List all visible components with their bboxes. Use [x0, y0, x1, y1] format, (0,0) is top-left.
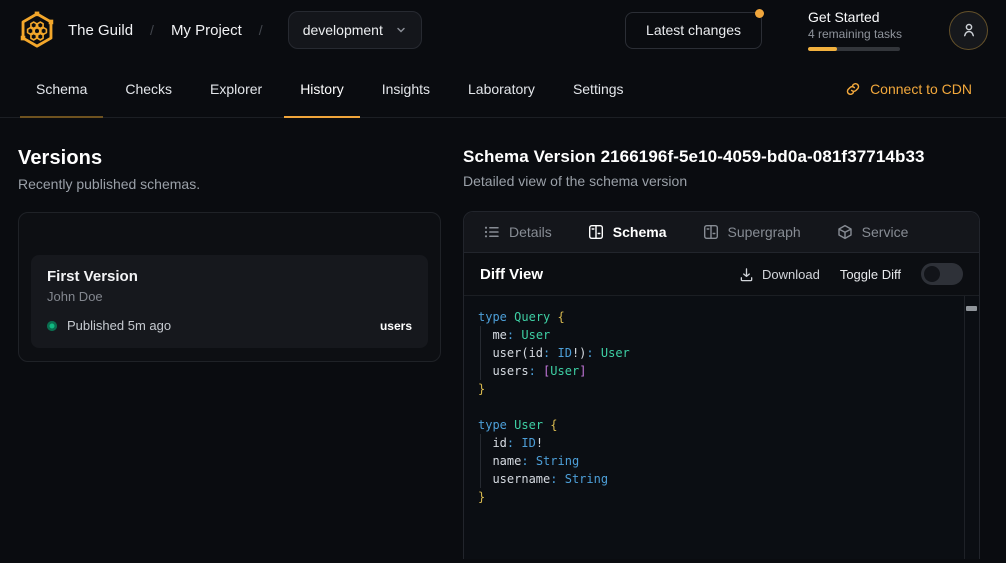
breadcrumb-separator: / [150, 22, 154, 38]
version-card-status: Published 5m ago [67, 318, 171, 333]
columns-icon [703, 224, 719, 240]
breadcrumb-separator: / [259, 22, 263, 38]
target-selector[interactable]: development [288, 11, 422, 49]
code-viewer: type Query { me: User user(id: ID!): Use… [464, 296, 979, 559]
nav-tab-label: Schema [36, 81, 87, 97]
switch-knob [924, 266, 940, 282]
get-started-subtitle: 4 remaining tasks [808, 27, 903, 41]
code-line: name: String [478, 452, 959, 470]
detail-tab-label: Details [509, 224, 552, 240]
editor-scrollbar[interactable] [964, 296, 979, 559]
published-status-dot-icon [47, 321, 57, 331]
versions-sidebar: Versions Recently published schemas. Fir… [18, 147, 441, 559]
get-started-title: Get Started [808, 9, 903, 25]
breadcrumb-org[interactable]: The Guild [68, 22, 133, 39]
code-line: me: User [478, 326, 959, 344]
code-line: type User { [478, 416, 959, 434]
target-selector-value: development [303, 22, 383, 38]
schema-code-editor[interactable]: type Query { me: User user(id: ID!): Use… [464, 296, 979, 518]
schema-version-detail: Schema Version 2166196f-5e10-4059-bd0a-0… [463, 147, 980, 559]
detail-tab-details[interactable]: Details [484, 224, 552, 240]
nav-tab-history[interactable]: History [284, 60, 360, 117]
version-card[interactable]: First Version John Doe Published 5m ago … [31, 255, 428, 348]
code-line: } [478, 380, 959, 398]
nav-tab-underline [284, 116, 360, 118]
code-line: users: [User] [478, 362, 959, 380]
progress-fill [808, 47, 837, 51]
nav-tab-label: History [300, 81, 344, 97]
header-actions: Latest changes Get Started 4 remaining t… [625, 9, 988, 51]
primary-nav: Schema Checks Explorer History Insights Labor… [0, 60, 1006, 118]
breadcrumb-project[interactable]: My Project [171, 22, 242, 39]
versions-list: First Version John Doe Published 5m ago … [18, 212, 441, 362]
toggle-diff-label: Toggle Diff [840, 267, 901, 282]
breadcrumb: The Guild / My Project / development [18, 11, 422, 49]
nav-tab-label: Insights [382, 81, 430, 97]
download-button[interactable]: Download [739, 267, 820, 282]
version-card-title: First Version [47, 268, 412, 285]
diff-actions: Download Toggle Diff [739, 263, 963, 285]
detail-tab-label: Supergraph [728, 224, 801, 240]
nav-tab-underline [20, 116, 103, 118]
person-icon [960, 21, 978, 39]
cdn-link-label: Connect to CDN [870, 81, 972, 97]
user-avatar[interactable] [949, 11, 988, 50]
notification-dot-icon [755, 9, 764, 18]
code-line: } [478, 488, 959, 506]
detail-tab-schema[interactable]: Schema [588, 224, 667, 240]
detail-tab-bar: Details Schema Supergraph Service [464, 212, 979, 253]
nav-tab-settings[interactable]: Settings [557, 60, 640, 117]
hive-logo-icon[interactable] [18, 11, 56, 49]
columns-icon [588, 224, 604, 240]
code-line: username: String [478, 470, 959, 488]
get-started-widget[interactable]: Get Started 4 remaining tasks [808, 9, 903, 51]
nav-tab-label: Settings [573, 81, 624, 97]
diff-toolbar: Diff View Download Toggle Diff [464, 253, 979, 296]
nav-tab-insights[interactable]: Insights [366, 60, 446, 117]
top-header: The Guild / My Project / development Lat… [0, 0, 1006, 60]
code-line: type Query { [478, 308, 959, 326]
versions-subtitle: Recently published schemas. [18, 176, 441, 192]
nav-tab-label: Checks [125, 81, 172, 97]
detail-tab-label: Service [862, 224, 909, 240]
latest-changes-button[interactable]: Latest changes [625, 12, 762, 49]
detail-tab-supergraph[interactable]: Supergraph [703, 224, 801, 240]
nav-tab-label: Explorer [210, 81, 262, 97]
detail-tab-label: Schema [613, 224, 667, 240]
download-label: Download [762, 267, 820, 282]
main-content: Versions Recently published schemas. Fir… [0, 118, 1006, 559]
download-icon [739, 267, 754, 282]
list-icon [484, 224, 500, 240]
nav-tab-label: Laboratory [468, 81, 535, 97]
link-icon [845, 81, 861, 97]
schema-version-title: Schema Version 2166196f-5e10-4059-bd0a-0… [463, 147, 980, 167]
nav-tab-list: Schema Checks Explorer History Insights Labor… [18, 60, 640, 117]
get-started-progress-bar [808, 47, 900, 51]
code-line: user(id: ID!): User [478, 344, 959, 362]
schema-version-panel: Details Schema Supergraph Service Diff View… [463, 211, 980, 559]
toggle-diff-switch[interactable] [921, 263, 963, 285]
version-card-status-row: Published 5m ago users [47, 318, 412, 333]
schema-version-subtitle: Detailed view of the schema version [463, 173, 980, 189]
connect-to-cdn-link[interactable]: Connect to CDN [845, 81, 972, 97]
nav-tab-laboratory[interactable]: Laboratory [452, 60, 551, 117]
nav-tab-schema[interactable]: Schema [20, 60, 103, 117]
chevron-down-icon [395, 24, 407, 36]
scrollbar-thumb[interactable] [966, 306, 977, 311]
detail-tab-service[interactable]: Service [837, 224, 909, 240]
code-line: id: ID! [478, 434, 959, 452]
diff-view-title: Diff View [480, 266, 543, 283]
version-card-author: John Doe [47, 289, 412, 304]
version-card-service-badge: users [380, 319, 412, 333]
latest-changes-label: Latest changes [646, 22, 741, 38]
code-line [478, 398, 959, 416]
cube-icon [837, 224, 853, 240]
versions-title: Versions [18, 147, 441, 170]
nav-tab-checks[interactable]: Checks [109, 60, 188, 117]
nav-tab-explorer[interactable]: Explorer [194, 60, 278, 117]
